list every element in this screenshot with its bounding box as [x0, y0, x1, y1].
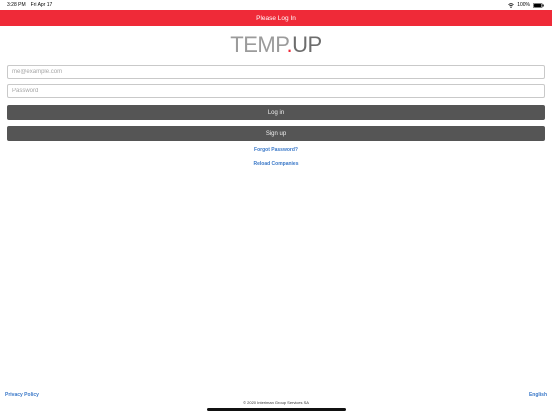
status-date: Fri Apr 17	[30, 2, 53, 8]
copyright-text: © 2020 Interiman Group Services SA	[243, 400, 309, 405]
status-left: 3:28 PM Fri Apr 17	[7, 2, 52, 8]
privacy-policy-link[interactable]: Privacy Policy	[5, 392, 39, 398]
reload-companies-link[interactable]: Reload Companies	[0, 161, 552, 167]
battery-percentage: 100%	[517, 2, 530, 8]
logo-part-temp: TEMP	[230, 32, 287, 57]
status-time: 3:28 PM	[7, 2, 26, 8]
status-right: 100%	[508, 2, 544, 8]
login-button[interactable]: Log in	[7, 105, 545, 120]
language-selector[interactable]: English	[529, 392, 547, 398]
password-field[interactable]	[7, 84, 545, 98]
email-field[interactable]	[7, 65, 545, 79]
forgot-password-link[interactable]: Forgot Password?	[0, 147, 552, 153]
page-title: Please Log In	[256, 14, 296, 22]
signup-button[interactable]: Sign up	[7, 126, 545, 141]
status-bar: 3:28 PM Fri Apr 17 100%	[0, 0, 552, 10]
logo-text: TEMP.UP	[230, 32, 322, 57]
battery-icon	[533, 2, 544, 8]
home-indicator[interactable]	[207, 408, 346, 411]
logo-part-up: UP	[292, 32, 322, 57]
wifi-icon	[508, 2, 514, 8]
nav-bar: Please Log In	[0, 10, 552, 26]
tempup-logo: TEMP.UP	[0, 33, 552, 57]
